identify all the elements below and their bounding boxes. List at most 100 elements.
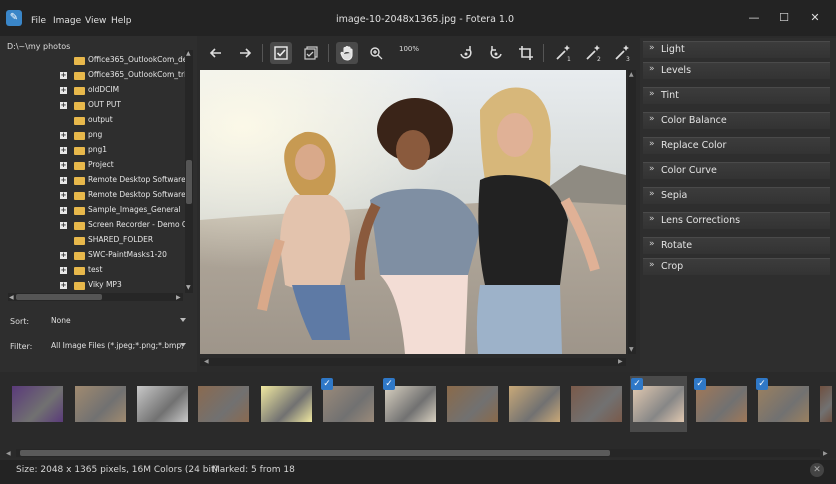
thumbnail-image[interactable] <box>385 386 436 422</box>
tree-item[interactable]: + Office365_OutlookCom_tri <box>60 69 190 84</box>
adjustment-light[interactable]: » Light <box>643 41 830 58</box>
hand-icon[interactable] <box>336 42 358 64</box>
thumbnail-image[interactable] <box>447 386 498 422</box>
image-scroll-left-icon[interactable]: ◀ <box>204 358 209 365</box>
thumbnail-image[interactable] <box>509 386 560 422</box>
zoom-icon[interactable] <box>365 42 387 64</box>
image-vertical-scrollbar[interactable] <box>628 70 636 354</box>
tree-item[interactable]: Office365_OutlookCom_de <box>60 54 190 69</box>
adjustment-sepia[interactable]: » Sepia <box>643 187 830 204</box>
checkbox-checked-icon[interactable]: ✓ <box>321 378 333 390</box>
sort-select[interactable]: None <box>48 314 188 329</box>
adjustment-rotate[interactable]: » Rotate <box>643 237 830 254</box>
thumbnail-image[interactable] <box>820 386 832 422</box>
expand-icon[interactable]: + <box>60 207 67 214</box>
tree-item[interactable]: + Screen Recorder - Demo C <box>60 219 190 234</box>
thumbnail-image[interactable] <box>198 386 249 422</box>
tree-scroll-up-icon[interactable]: ▲ <box>186 50 191 57</box>
expand-icon[interactable]: + <box>60 162 67 169</box>
tree-item[interactable]: + Viky MP3 <box>60 279 190 294</box>
tree-item[interactable]: + png1 <box>60 144 190 159</box>
expand-icon[interactable]: + <box>60 222 67 229</box>
tree-item[interactable]: SHARED_FOLDER <box>60 234 190 249</box>
menu-view[interactable]: View <box>85 16 106 26</box>
main-image-viewer[interactable] <box>200 70 626 354</box>
menu-image[interactable]: Image <box>53 16 81 26</box>
expand-icon[interactable]: + <box>60 267 67 274</box>
checkbox-checked-icon[interactable]: ✓ <box>756 378 768 390</box>
thumbnail-image[interactable] <box>571 386 622 422</box>
back-arrow-icon[interactable] <box>205 42 227 64</box>
image-scroll-right-icon[interactable]: ▶ <box>618 358 623 365</box>
maximize-icon[interactable]: ☐ <box>774 10 794 26</box>
thumbnail-image[interactable] <box>323 386 374 422</box>
adjustment-tint[interactable]: » Tint <box>643 87 830 104</box>
adjustment-crop[interactable]: » Crop <box>643 258 830 275</box>
adjustment-replace-color[interactable]: » Replace Color <box>643 137 830 154</box>
tree-item[interactable]: + Remote Desktop Software <box>60 174 190 189</box>
crop-icon[interactable] <box>515 42 537 64</box>
tree-scroll-down-icon[interactable]: ▼ <box>186 284 191 291</box>
rotate-right-icon[interactable] <box>485 42 507 64</box>
thumbnail-scroll-thumb[interactable] <box>20 450 610 456</box>
filter-select[interactable]: All Image Files (*.jpeg;*.png;*.bmp; <box>48 339 188 354</box>
expand-icon[interactable]: + <box>60 132 67 139</box>
expand-icon[interactable]: + <box>60 102 67 109</box>
expand-icon[interactable]: + <box>60 282 67 289</box>
thumbnail-image[interactable] <box>758 386 809 422</box>
expand-icon[interactable]: + <box>60 72 67 79</box>
expand-icon[interactable]: + <box>60 87 67 94</box>
thumbnail-image[interactable] <box>633 386 684 422</box>
checkbox-checked-icon[interactable]: ✓ <box>383 378 395 390</box>
check-all-icon[interactable] <box>270 42 292 64</box>
adjustment-color-curve[interactable]: » Color Curve <box>643 162 830 179</box>
tree-scroll-right-icon[interactable]: ▶ <box>176 294 181 301</box>
wand-1-icon[interactable]: 1 <box>553 42 575 64</box>
adjustment-color-balance[interactable]: » Color Balance <box>643 112 830 129</box>
thumbnail-image[interactable] <box>12 386 63 422</box>
wand-2-icon[interactable]: 2 <box>583 42 605 64</box>
image-horizontal-scrollbar[interactable] <box>200 358 626 366</box>
adjustment-levels[interactable]: » Levels <box>643 62 830 79</box>
thumbnail-image[interactable] <box>75 386 126 422</box>
close-icon[interactable]: ✕ <box>805 10 825 26</box>
tree-item[interactable]: + Remote Desktop Software <box>60 189 190 204</box>
tree-item[interactable]: + png <box>60 129 190 144</box>
tree-item[interactable]: + OUT PUT <box>60 99 190 114</box>
tree-horizontal-scroll-thumb[interactable] <box>16 294 102 300</box>
checkbox-checked-icon[interactable]: ✓ <box>694 378 706 390</box>
wand-3-icon[interactable]: 3 <box>612 42 634 64</box>
tree-scroll-left-icon[interactable]: ◀ <box>9 294 14 301</box>
expand-icon[interactable]: + <box>60 147 67 154</box>
tree-item[interactable]: + test <box>60 264 190 279</box>
minimize-icon[interactable]: — <box>744 10 764 26</box>
check-toggle-icon[interactable] <box>300 42 322 64</box>
menu-help[interactable]: Help <box>111 16 132 26</box>
thumbnail-image[interactable] <box>696 386 747 422</box>
rotate-left-icon[interactable] <box>455 42 477 64</box>
expand-icon[interactable]: + <box>60 192 67 199</box>
chevron-right-icon: » <box>649 114 655 124</box>
tree-item[interactable]: output <box>60 114 190 129</box>
tree-item[interactable]: + Sample_Images_General <box>60 204 190 219</box>
image-scroll-up-icon[interactable]: ▲ <box>629 71 634 78</box>
thumbnail-image[interactable] <box>137 386 188 422</box>
image-scroll-down-icon[interactable]: ▼ <box>629 346 634 353</box>
tree-vertical-scroll-thumb[interactable] <box>186 160 192 204</box>
adjustment-label: Color Curve <box>661 165 717 176</box>
thumb-scroll-right-icon[interactable]: ▶ <box>823 450 828 457</box>
menu-file[interactable]: File <box>31 16 46 26</box>
folder-icon <box>74 207 85 215</box>
folder-icon <box>74 117 85 125</box>
tree-item[interactable]: + oldDCIM <box>60 84 190 99</box>
expand-icon[interactable]: + <box>60 252 67 259</box>
tree-item[interactable]: + SWC-PaintMasks1-20 <box>60 249 190 264</box>
forward-arrow-icon[interactable] <box>234 42 256 64</box>
thumb-scroll-left-icon[interactable]: ◀ <box>6 450 11 457</box>
adjustment-lens-corrections[interactable]: » Lens Corrections <box>643 212 830 229</box>
close-icon[interactable]: ✕ <box>810 463 824 477</box>
checkbox-checked-icon[interactable]: ✓ <box>631 378 643 390</box>
expand-icon[interactable]: + <box>60 177 67 184</box>
thumbnail-image[interactable] <box>261 386 312 422</box>
tree-item[interactable]: + Project <box>60 159 190 174</box>
